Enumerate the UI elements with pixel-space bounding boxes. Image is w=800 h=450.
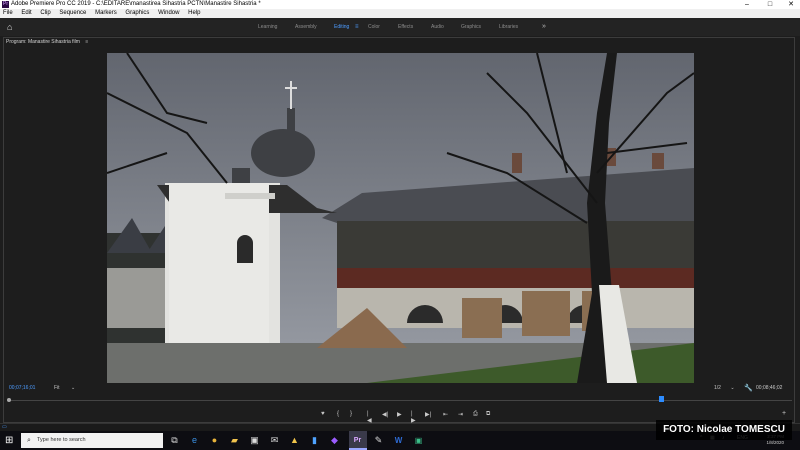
menu-graphics[interactable]: Graphics xyxy=(125,10,149,16)
windows-start-icon[interactable]: ⊞ xyxy=(5,435,16,446)
task-view-icon[interactable]: ⧉ xyxy=(168,434,181,447)
tab-libraries[interactable]: Libraries xyxy=(499,18,518,36)
maximize-button[interactable]: □ xyxy=(761,0,779,9)
photo-credit-watermark: FOTO: Nicolae TOMESCU xyxy=(656,420,792,440)
panel-menu-icon[interactable]: ≡ xyxy=(85,39,88,45)
button-editor-plus[interactable]: + xyxy=(782,410,786,417)
clock-date: 1/8/2020 xyxy=(766,440,784,445)
edge-icon[interactable]: e xyxy=(188,434,201,447)
file-explorer-icon[interactable]: ▰ xyxy=(228,434,241,447)
fit-dropdown[interactable]: Fit ⌄ xyxy=(54,385,75,391)
mail-icon[interactable]: ✉ xyxy=(268,434,281,447)
menu-window[interactable]: Window xyxy=(158,10,179,16)
play-button[interactable]: ▶ xyxy=(397,411,402,418)
menu-edit[interactable]: Edit xyxy=(21,10,31,16)
comparison-view-button[interactable]: ⧉ xyxy=(486,411,490,418)
chevron-down-icon: ⌄ xyxy=(70,385,76,391)
workspace-bar: ⌂ Learning Assembly Editing ≡ Color Effe… xyxy=(0,18,800,36)
menu-file[interactable]: File xyxy=(3,10,13,16)
workspace-menu-icon[interactable]: ≡ xyxy=(355,18,359,36)
word-icon[interactable]: W xyxy=(392,434,405,447)
menu-markers[interactable]: Markers xyxy=(95,10,117,16)
resolution-dropdown[interactable]: 1/2 ⌄ xyxy=(714,385,735,391)
search-placeholder: Type here to search xyxy=(37,437,86,443)
app-icon-green[interactable]: ▣ xyxy=(412,434,425,447)
monastery-scene-image xyxy=(107,53,694,383)
chevron-down-icon: ⌄ xyxy=(730,385,735,391)
status-icon: ▭ xyxy=(2,424,7,430)
extract-button[interactable]: ⇥ xyxy=(458,411,463,418)
settings-wrench-icon[interactable]: 🔧 xyxy=(744,384,753,392)
store-icon[interactable]: ▣ xyxy=(248,434,261,447)
chrome-icon[interactable]: ● xyxy=(208,434,221,447)
window-title: Adobe Premiere Pro CC 2019 - C:\EDITARE\… xyxy=(11,1,261,7)
home-icon[interactable]: ⌂ xyxy=(7,22,17,32)
search-icon: ⌕ xyxy=(27,437,31,444)
mark-in-button[interactable]: { xyxy=(337,411,339,417)
tab-assembly[interactable]: Assembly xyxy=(295,18,317,36)
menu-help[interactable]: Help xyxy=(188,10,200,16)
time-ruler[interactable] xyxy=(7,396,792,404)
menu-sequence[interactable]: Sequence xyxy=(59,10,86,16)
add-marker-button[interactable]: ♥ xyxy=(321,411,325,417)
mark-out-button[interactable]: } xyxy=(350,411,352,417)
google-drive-icon[interactable]: ▲ xyxy=(288,434,301,447)
program-monitor-title: Program: Manastire Sihastria film xyxy=(6,39,80,45)
current-timecode[interactable]: 00;07;16;01 xyxy=(9,385,35,391)
total-duration-timecode: 00;08;46;02 xyxy=(756,385,783,391)
menu-bar: File Edit Clip Sequence Markers Graphics… xyxy=(0,9,800,18)
app-icon-blue[interactable]: ▮ xyxy=(308,434,321,447)
media-encoder-icon[interactable]: ◆ xyxy=(328,434,341,447)
ruler-line xyxy=(7,400,792,401)
close-button[interactable]: ✕ xyxy=(782,0,800,9)
video-frame[interactable] xyxy=(107,53,694,383)
export-frame-button[interactable]: ⎙ xyxy=(473,411,478,418)
more-workspaces-icon[interactable]: » xyxy=(542,18,546,36)
menu-clip[interactable]: Clip xyxy=(40,10,50,16)
minimize-button[interactable]: – xyxy=(738,0,756,9)
taskbar-search-box[interactable]: ⌕ Type here to search xyxy=(21,433,163,448)
panel-title: Program: Manastire Sihastria film ≡ xyxy=(6,37,88,47)
go-to-out-button[interactable]: ▶| xyxy=(425,411,431,418)
premiere-app-icon: Pr xyxy=(2,1,9,8)
tab-audio[interactable]: Audio xyxy=(431,18,444,36)
lift-button[interactable]: ⇤ xyxy=(443,411,448,418)
tab-color[interactable]: Color xyxy=(368,18,380,36)
tab-editing[interactable]: Editing xyxy=(334,18,349,36)
premiere-pro-icon[interactable]: Pr xyxy=(351,434,364,447)
title-bar: Pr Adobe Premiere Pro CC 2019 - C:\EDITA… xyxy=(0,0,800,9)
fit-label: Fit xyxy=(54,385,60,391)
tab-graphics[interactable]: Graphics xyxy=(461,18,481,36)
resolution-label: 1/2 xyxy=(714,385,721,391)
ruler-start-handle[interactable] xyxy=(7,398,11,402)
tab-learning[interactable]: Learning xyxy=(258,18,277,36)
paint-icon[interactable]: ✎ xyxy=(372,434,385,447)
tab-effects[interactable]: Effects xyxy=(398,18,413,36)
step-back-button[interactable]: ◀| xyxy=(382,411,388,418)
playhead-marker[interactable] xyxy=(659,396,664,402)
